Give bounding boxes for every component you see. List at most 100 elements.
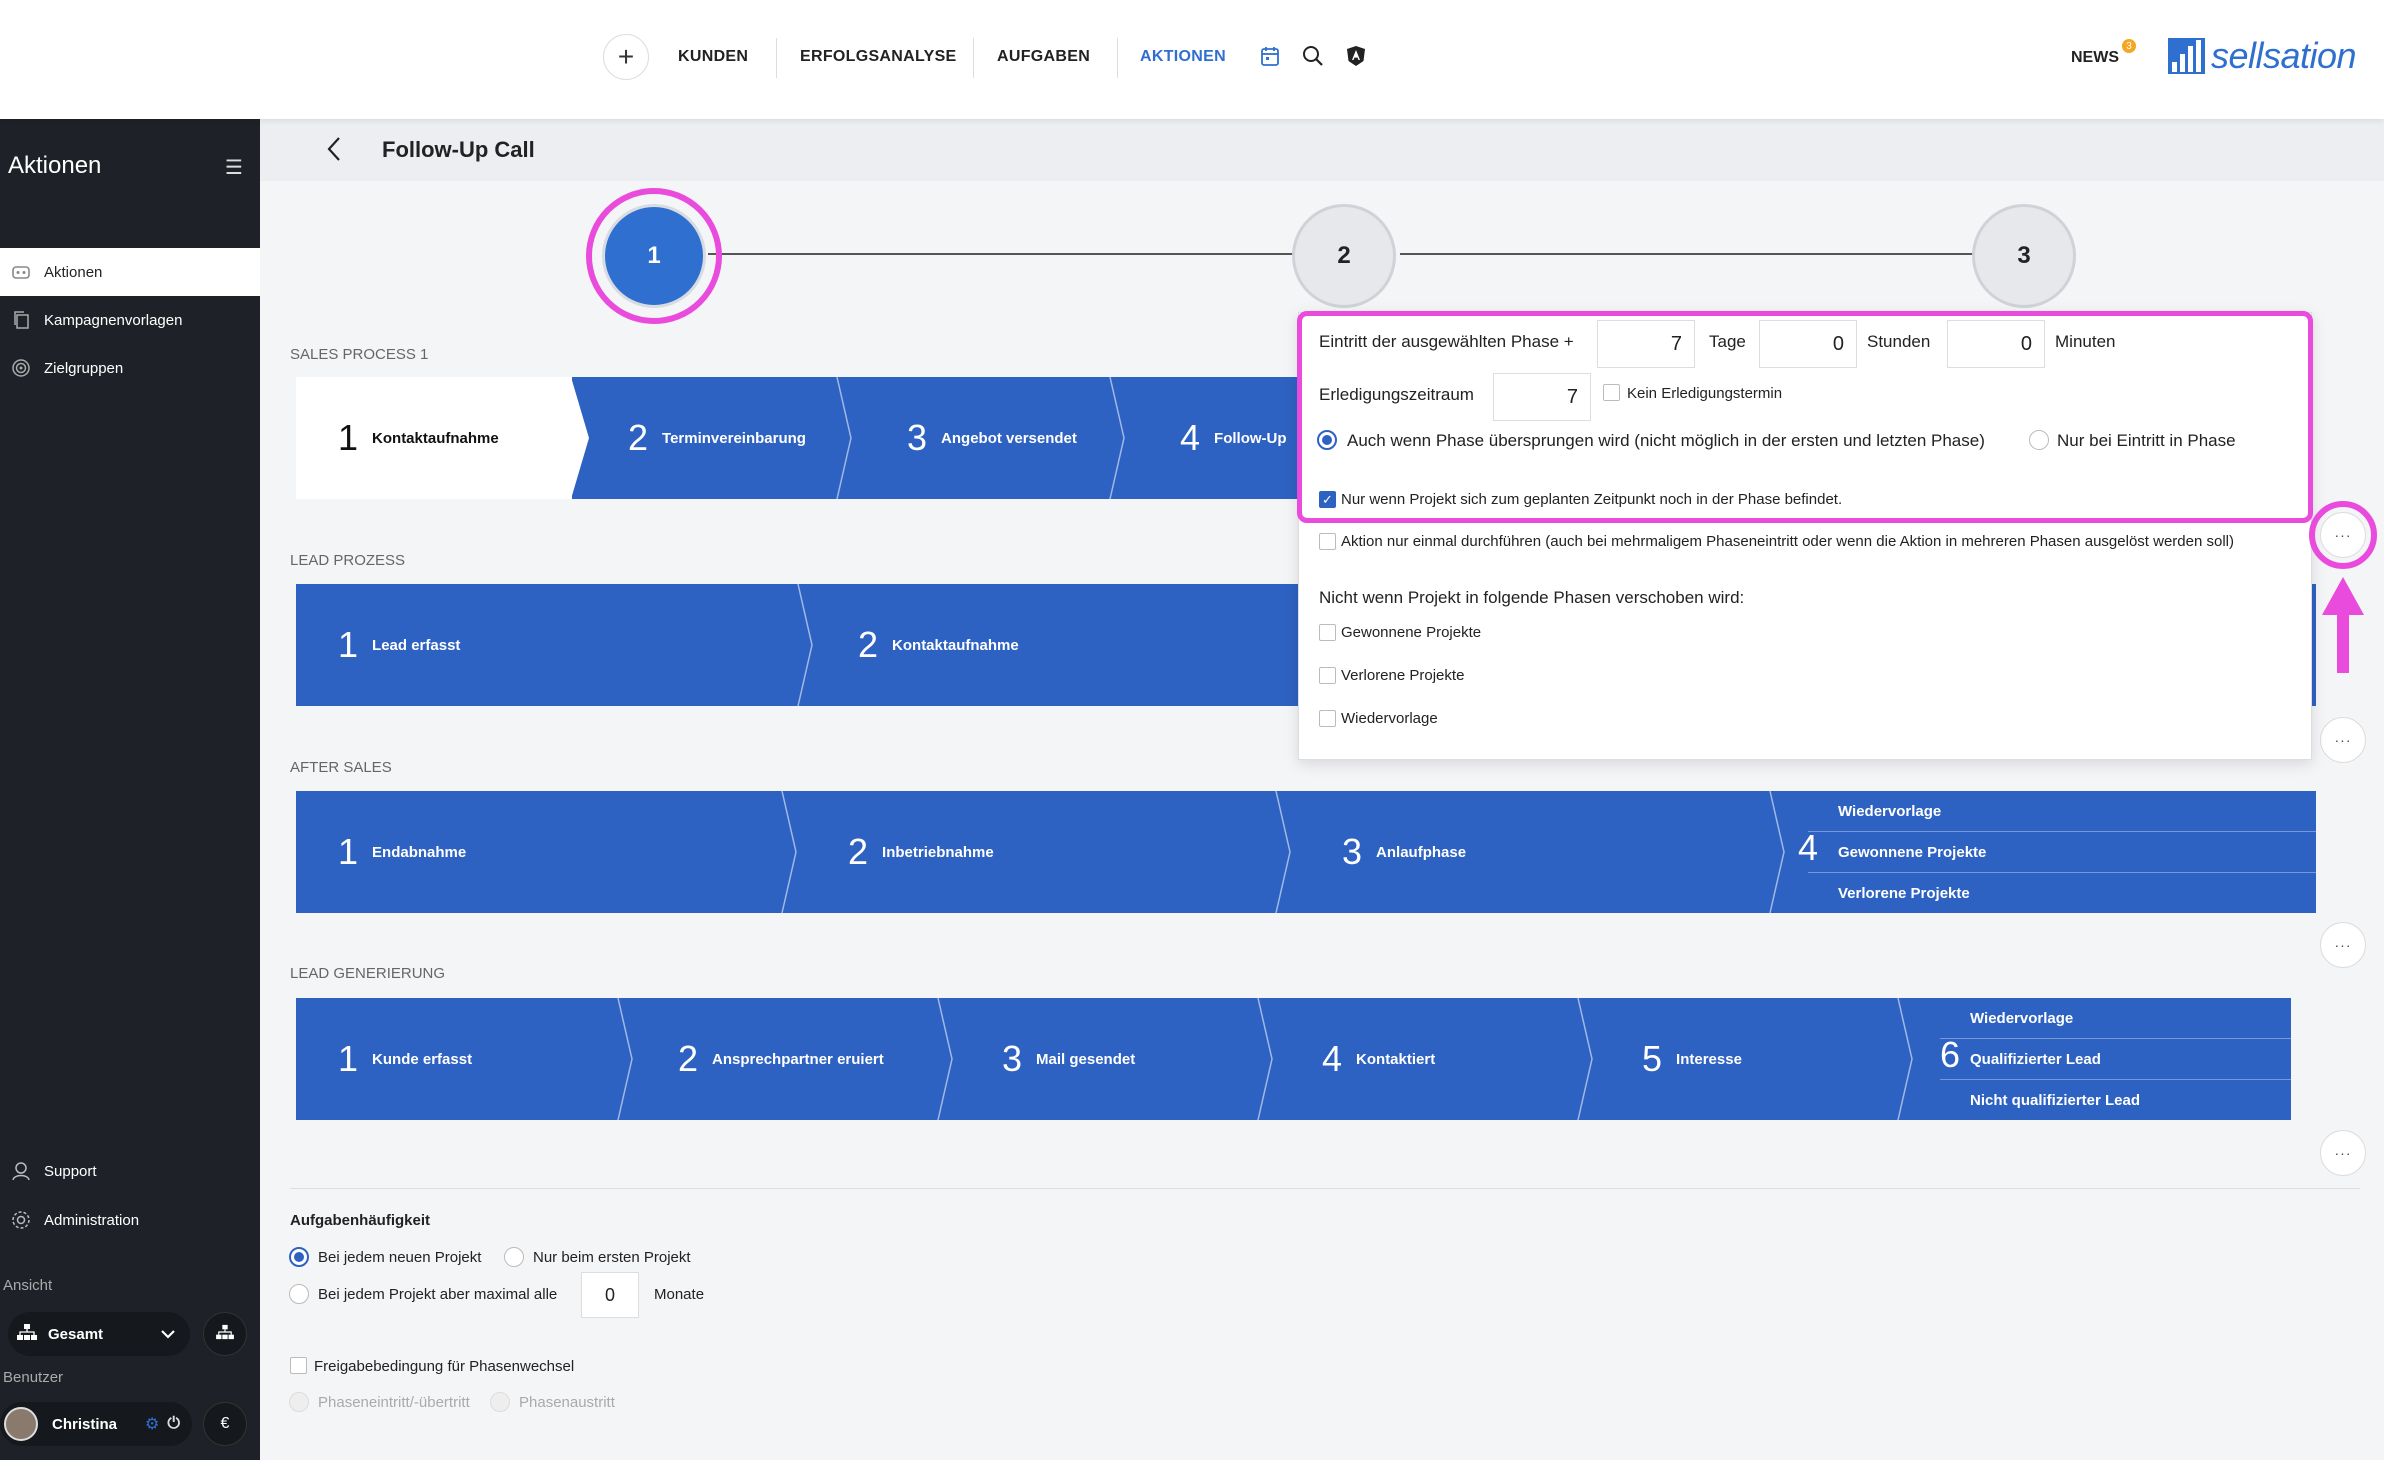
- minutes-input[interactable]: 0: [1947, 320, 2045, 368]
- more-options-button[interactable]: ···: [2320, 922, 2366, 968]
- period-input[interactable]: 7: [1493, 373, 1591, 421]
- max-every-radio[interactable]: [289, 1284, 309, 1304]
- stage-label: Angebot versendet: [941, 429, 1077, 447]
- stage[interactable]: 4 Kontaktiert: [1266, 998, 1593, 1120]
- more-options-button[interactable]: ···: [2320, 717, 2366, 763]
- chevron-divider: [617, 998, 633, 1120]
- sidebar-item-kampagnenvorlagen[interactable]: Kampagnenvorlagen: [0, 296, 260, 344]
- won-projects-checkbox[interactable]: [1319, 624, 1336, 641]
- sidebar-item-label: Aktionen: [44, 263, 103, 281]
- menu-icon[interactable]: ☰: [225, 155, 243, 180]
- release-condition-label: Freigabebedingung für Phasenwechsel: [314, 1358, 575, 1375]
- ansicht-dropdown[interactable]: Gesamt: [8, 1312, 190, 1356]
- nav-aktionen[interactable]: AKTIONEN: [1140, 48, 1226, 66]
- won-projects-label: Gewonnene Projekte: [1341, 624, 1482, 641]
- news-link[interactable]: NEWS: [2071, 49, 2119, 67]
- final-row[interactable]: Wiedervorlage: [1808, 791, 2316, 832]
- max-every-label: Bei jedem Projekt aber maximal alle: [318, 1286, 558, 1303]
- calendar-icon[interactable]: [1260, 45, 1280, 72]
- angular-icon[interactable]: [1346, 45, 1366, 72]
- stage-number: 2: [628, 417, 649, 458]
- hours-input[interactable]: 0: [1759, 320, 1857, 368]
- nav-aufgaben[interactable]: AUFGABEN: [997, 48, 1090, 66]
- minutes-label: Minuten: [2055, 332, 2116, 351]
- lost-projects-checkbox[interactable]: [1319, 667, 1336, 684]
- sidebar-item-administration[interactable]: Administration: [0, 1196, 260, 1244]
- stepper-line: [1400, 253, 1974, 255]
- final-row[interactable]: Verlorene Projekte: [1808, 873, 2316, 913]
- ansicht-value: Gesamt: [48, 1325, 104, 1343]
- chevron-divider: [571, 377, 589, 499]
- only-if-in-phase-checkbox[interactable]: ✓: [1319, 491, 1336, 508]
- stage-final[interactable]: 6 Wiedervorlage Qualifizierter Lead Nich…: [1906, 998, 2291, 1120]
- months-input[interactable]: 0: [581, 1272, 639, 1318]
- step-2[interactable]: 2: [1292, 204, 1396, 308]
- action-settings-panel: Eintritt der ausgewählten Phase + 7 Tage…: [1298, 312, 2312, 760]
- release-condition-checkbox[interactable]: [290, 1357, 307, 1374]
- back-arrow-icon[interactable]: [324, 134, 344, 172]
- stage[interactable]: 1 Kunde erfasst: [296, 998, 633, 1120]
- search-icon[interactable]: [1302, 45, 1324, 72]
- stage-number: 2: [848, 831, 869, 872]
- currency-button[interactable]: €: [203, 1402, 247, 1446]
- stage[interactable]: 1 Lead erfasst: [296, 584, 813, 706]
- robot-icon: [10, 261, 32, 283]
- stage[interactable]: 3 Angebot versendet: [845, 377, 1125, 499]
- sidebar-item-support[interactable]: Support: [0, 1147, 260, 1195]
- frequency-title: Aufgabenhäufigkeit: [290, 1212, 431, 1229]
- stage[interactable]: 1 Endabnahme: [296, 791, 797, 913]
- user-name: Christina: [52, 1415, 118, 1433]
- days-input[interactable]: 7: [1597, 320, 1695, 368]
- user-menu[interactable]: Christina ⚙ ⏻: [0, 1402, 192, 1446]
- stage[interactable]: 1 Kontaktaufnahme: [296, 377, 589, 499]
- resubmission-checkbox[interactable]: [1319, 710, 1336, 727]
- stage-number: 2: [858, 624, 879, 665]
- entry-only-radio[interactable]: [2029, 430, 2049, 450]
- nav-erfolgsanalyse[interactable]: ERFOLGSANALYSE: [800, 48, 957, 66]
- stage-number: 1: [338, 417, 359, 458]
- stage[interactable]: 3 Anlaufphase: [1284, 791, 1785, 913]
- only-once-checkbox[interactable]: [1319, 533, 1336, 550]
- hierarchy-icon: [16, 1323, 38, 1345]
- stage[interactable]: 2 Inbetriebnahme: [790, 791, 1291, 913]
- stage[interactable]: 2 Terminvereinbarung: [572, 377, 852, 499]
- org-view-button[interactable]: [203, 1312, 247, 1356]
- nav-divider: [973, 38, 974, 78]
- nav-divider: [1117, 38, 1118, 78]
- sidebar-item-zielgruppen[interactable]: Zielgruppen: [0, 344, 260, 392]
- stage-number: 1: [338, 624, 359, 665]
- more-options-button[interactable]: ···: [2320, 1130, 2366, 1176]
- sidebar-item-aktionen[interactable]: Aktionen: [0, 248, 260, 296]
- step-3[interactable]: 3: [1972, 204, 2076, 308]
- avatar: [4, 1407, 38, 1441]
- sellsation-logo: sellsation: [2168, 38, 2357, 74]
- chevron-divider: [1577, 998, 1593, 1120]
- no-deadline-checkbox[interactable]: [1603, 384, 1620, 401]
- stage[interactable]: 5 Interesse: [1586, 998, 1913, 1120]
- final-row[interactable]: Nicht qualifizierter Lead: [1940, 1080, 2291, 1120]
- page-title: Follow-Up Call: [382, 137, 535, 162]
- gear-icon[interactable]: ⚙: [145, 1414, 159, 1434]
- power-icon[interactable]: ⏻: [167, 1415, 180, 1433]
- hours-label: Stunden: [1867, 332, 1931, 351]
- sidebar-title: Aktionen: [8, 152, 102, 179]
- nav-kunden[interactable]: KUNDEN: [678, 48, 748, 66]
- each-new-project-radio[interactable]: [289, 1247, 309, 1267]
- phase-entry-radio[interactable]: [289, 1392, 309, 1412]
- plus-icon: +: [617, 41, 635, 72]
- only-if-in-phase-label: Nur wenn Projekt sich zum geplanten Zeit…: [1341, 491, 1843, 508]
- add-button[interactable]: +: [603, 34, 649, 80]
- final-row[interactable]: Wiedervorlage: [1940, 998, 2291, 1039]
- stage[interactable]: 3 Mail gesendet: [946, 998, 1273, 1120]
- stage-final[interactable]: 4 Wiedervorlage Gewonnene Projekte Verlo…: [1778, 791, 2316, 913]
- stage[interactable]: 4 Follow-Up: [1118, 377, 1306, 499]
- step-1[interactable]: 1: [602, 204, 706, 308]
- stage[interactable]: 2 Ansprechpartner eruiert: [626, 998, 953, 1120]
- skip-phase-radio[interactable]: [1317, 430, 1337, 450]
- first-project-radio[interactable]: [504, 1247, 524, 1267]
- phase-exit-radio[interactable]: [490, 1392, 510, 1412]
- final-row[interactable]: Qualifizierter Lead: [1940, 1039, 2291, 1080]
- stage[interactable]: 2 Kontaktaufnahme: [806, 584, 1306, 706]
- final-row[interactable]: Gewonnene Projekte: [1808, 832, 2316, 873]
- chevron-divider: [836, 377, 852, 499]
